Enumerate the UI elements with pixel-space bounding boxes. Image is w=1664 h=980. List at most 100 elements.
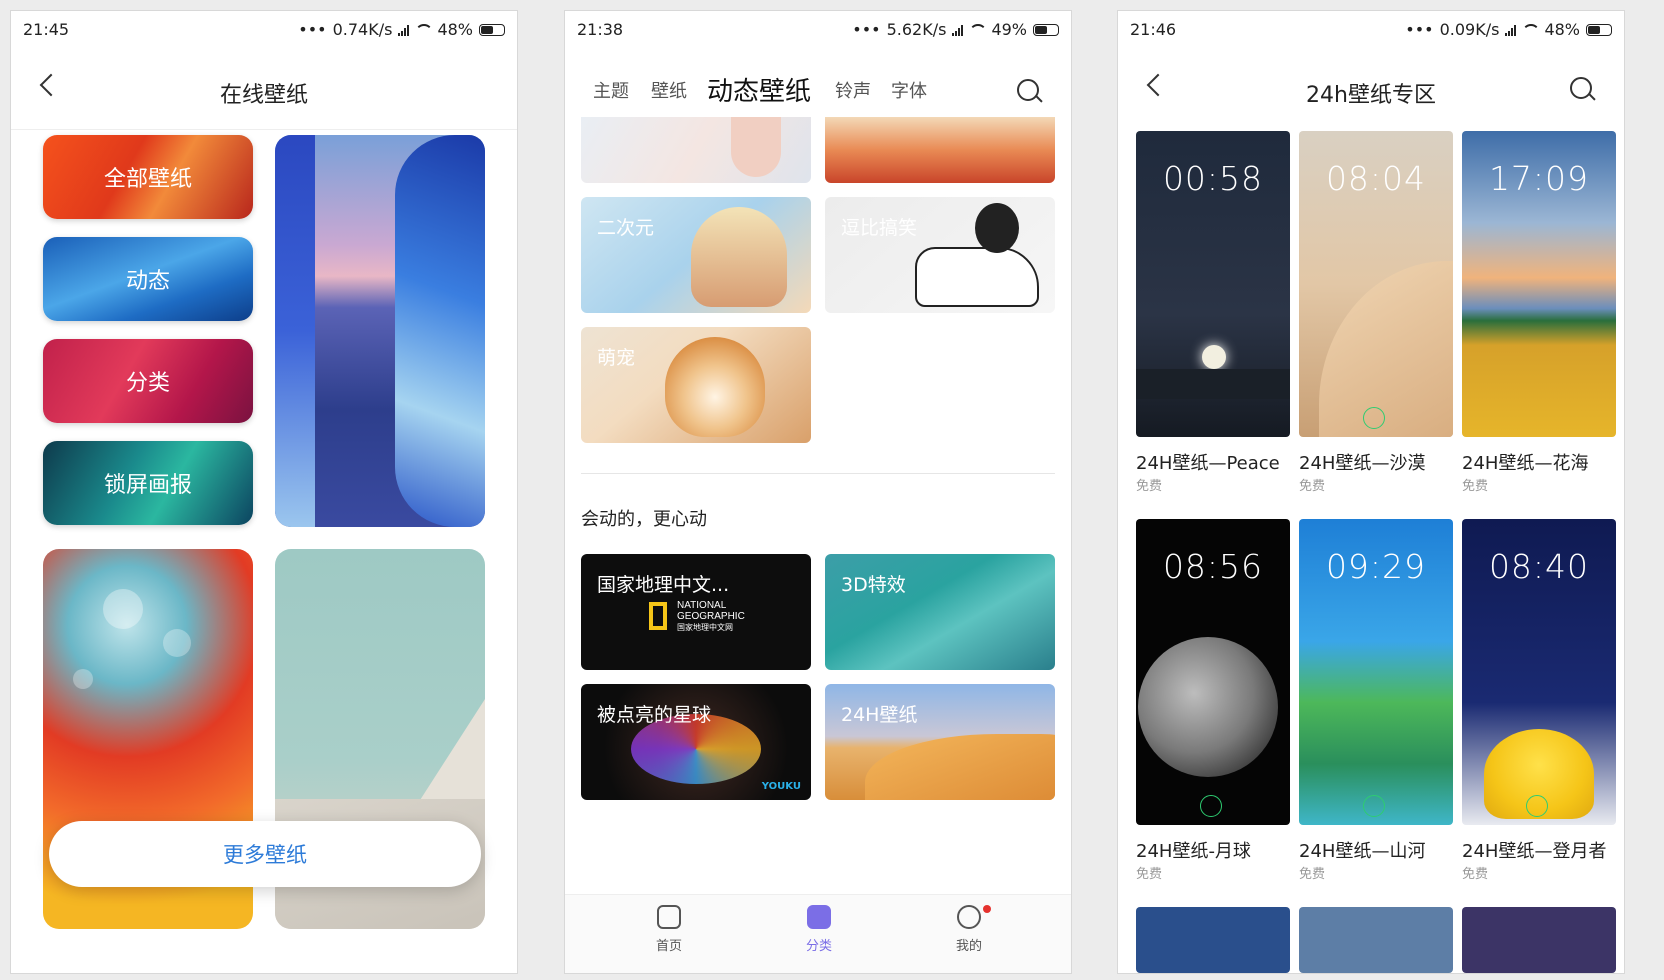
section-title: 会动的，更心动: [581, 509, 707, 530]
wallpaper-mountain-river[interactable]: 09:29: [1299, 519, 1453, 825]
status-right: ••• 0.09K/s 48%: [1405, 20, 1612, 39]
natgeo-line: GEOGRAPHIC: [677, 611, 745, 622]
category-icon: [807, 905, 831, 929]
nav-profile[interactable]: 我的: [929, 905, 1009, 954]
category-classify[interactable]: 分类: [43, 339, 253, 423]
dots-icon: •••: [298, 20, 327, 39]
wallpaper-name[interactable]: 24H壁纸—Peace: [1136, 449, 1280, 475]
net-speed: 0.74K/s: [332, 20, 393, 39]
wallpaper-partial[interactable]: [1136, 907, 1290, 973]
signal-icon: [1505, 24, 1517, 36]
card-3d-effects[interactable]: 3D特效: [825, 554, 1055, 670]
portrait-shape: [731, 117, 781, 177]
phone-online-wallpaper: 21:45 ••• 0.74K/s 48% 在线壁纸 全部壁纸 动态 分类 锁屏…: [10, 10, 518, 974]
tab-font[interactable]: 字体: [891, 77, 927, 103]
category-all-wallpapers[interactable]: 全部壁纸: [43, 135, 253, 219]
status-bar: 21:45 ••• 0.74K/s 48%: [11, 11, 517, 49]
status-right: ••• 5.62K/s 49%: [852, 20, 1059, 39]
penguin-shape: [975, 203, 1019, 253]
progress-ring: [1363, 407, 1385, 429]
wallpaper-name[interactable]: 24H壁纸—登月者: [1462, 837, 1606, 863]
natgeo-line: NATIONAL: [677, 600, 727, 611]
wallpaper-flowers[interactable]: 17:09: [1462, 131, 1616, 437]
status-bar: 21:46 ••• 0.09K/s 48%: [1118, 11, 1624, 49]
wallpaper-name[interactable]: 24H壁纸—山河: [1299, 837, 1425, 863]
wifi-icon: [1522, 23, 1539, 36]
dune-shape: [1319, 261, 1453, 437]
wallpaper-desert[interactable]: 08:04: [1299, 131, 1453, 437]
card-label: 3D特效: [841, 574, 906, 596]
wallpaper-price: 免费: [1462, 479, 1489, 494]
card-pets[interactable]: 萌宠: [581, 327, 811, 443]
wallpaper-price: 免费: [1299, 479, 1326, 494]
card-24h-wallpaper[interactable]: 24H壁纸: [825, 684, 1055, 800]
tab-theme[interactable]: 主题: [593, 77, 629, 103]
category-dynamic[interactable]: 动态: [43, 237, 253, 321]
tab-dynamic-wallpaper[interactable]: 动态壁纸: [707, 71, 811, 108]
card-funny[interactable]: 逗比搞笑: [825, 197, 1055, 313]
wallpaper-price: 免费: [1462, 867, 1489, 882]
net-speed: 0.09K/s: [1439, 20, 1500, 39]
tab-wallpaper[interactable]: 壁纸: [651, 77, 687, 103]
more-wallpapers-button[interactable]: 更多壁纸: [49, 821, 481, 887]
status-time: 21:38: [577, 20, 624, 39]
wallpaper-name[interactable]: 24H壁纸—沙漠: [1299, 449, 1425, 475]
wallpaper-price: 免费: [1136, 479, 1163, 494]
signal-icon: [398, 24, 410, 36]
dots-icon: •••: [1405, 20, 1434, 39]
wallpaper-price: 免费: [1136, 867, 1163, 882]
nav-home[interactable]: 首页: [629, 905, 709, 954]
wallpaper-moon-climber[interactable]: 08:40: [1462, 519, 1616, 825]
battery-icon: [1586, 23, 1612, 36]
page-title: 24h壁纸专区: [1306, 83, 1436, 108]
dots-icon: •••: [852, 20, 881, 39]
battery-fill: [481, 25, 493, 34]
bottom-nav: 首页 分类 我的: [565, 894, 1071, 973]
tab-ringtone[interactable]: 铃声: [835, 77, 871, 103]
nav-bar: 在线壁纸: [11, 49, 517, 130]
battery-fill: [1035, 25, 1047, 34]
card-town-partial[interactable]: [825, 117, 1055, 183]
search-icon[interactable]: [1017, 79, 1043, 105]
wallpaper-name[interactable]: 24H壁纸-月球: [1136, 837, 1251, 863]
wallpaper-price: 免费: [1299, 867, 1326, 882]
lock-clock: 09:29: [1325, 547, 1427, 586]
notification-badge: [983, 905, 991, 913]
natgeo-line: 国家地理中文网: [677, 623, 733, 632]
ice-shape-left: [275, 135, 315, 527]
wifi-icon: [415, 23, 432, 36]
card-anime[interactable]: 二次元: [581, 197, 811, 313]
bubble: [163, 629, 191, 657]
battery-percent: 48%: [437, 20, 473, 39]
page-title: 在线壁纸: [219, 83, 308, 108]
wallpaper-moon[interactable]: 08:56: [1136, 519, 1290, 825]
nav-category[interactable]: 分类: [779, 905, 859, 954]
phone-24h-wallpaper: 21:46 ••• 0.09K/s 48% 24h壁纸专区 00:58 08:0…: [1117, 10, 1625, 974]
wallpaper-peace[interactable]: 00:58: [1136, 131, 1290, 437]
card-portrait-partial[interactable]: [581, 117, 811, 183]
card-lit-planet[interactable]: 被点亮的星球 YOUKU: [581, 684, 811, 800]
card-label: 国家地理中文...: [597, 574, 730, 596]
home-icon: [657, 905, 681, 929]
bubble: [73, 669, 93, 689]
wallpaper-partial[interactable]: [1462, 907, 1616, 973]
nav-category-label: 分类: [805, 939, 832, 954]
anime-figure: [691, 207, 787, 307]
lock-clock: 00:58: [1162, 159, 1264, 198]
battery-percent: 49%: [991, 20, 1027, 39]
shiba-shape: [665, 337, 765, 437]
wallpaper-ocean-ice[interactable]: [275, 135, 485, 527]
wallpaper-partial[interactable]: [1299, 907, 1453, 973]
signal-icon: [952, 24, 964, 36]
lock-clock: 17:09: [1488, 159, 1590, 198]
lock-clock: 08:56: [1162, 547, 1264, 586]
status-right: ••• 0.74K/s 48%: [298, 20, 505, 39]
card-natgeo[interactable]: 国家地理中文... NATIONAL GEOGRAPHIC 国家地理中文网: [581, 554, 811, 670]
net-speed: 5.62K/s: [886, 20, 947, 39]
wallpaper-name[interactable]: 24H壁纸—花海: [1462, 449, 1588, 475]
category-lockscreen[interactable]: 锁屏画报: [43, 441, 253, 525]
nav-profile-label: 我的: [955, 939, 982, 954]
battery-icon: [479, 23, 505, 36]
card-label: 被点亮的星球: [597, 704, 712, 726]
search-icon[interactable]: [1570, 77, 1596, 103]
